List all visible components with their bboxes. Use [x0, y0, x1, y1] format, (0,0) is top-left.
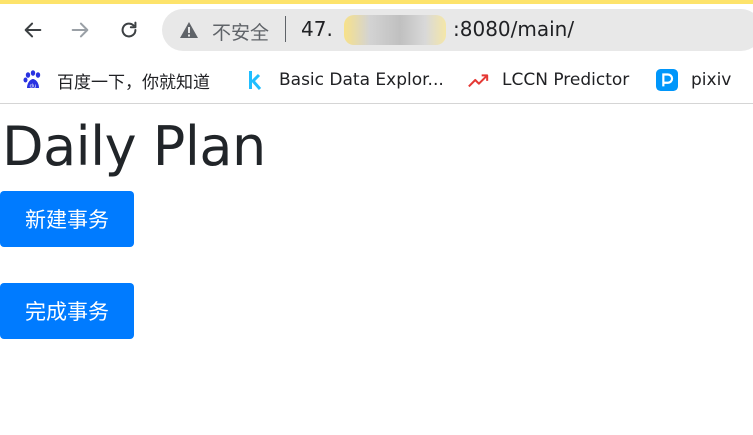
back-button[interactable] [17, 14, 49, 46]
url-host-prefix[interactable]: 47. [301, 17, 333, 41]
bookmark-label: 百度一下，你就知道 [57, 72, 210, 93]
svg-text:du: du [30, 84, 37, 90]
forward-arrow-icon [71, 22, 89, 38]
complete-task-button[interactable]: 完成事务 [0, 283, 134, 339]
baidu-paw-icon: du [22, 69, 44, 91]
redacted-url-segment [344, 15, 446, 45]
url-port-path[interactable]: :8080/main/ [453, 17, 574, 41]
bookmark-baidu[interactable]: du 百度一下，你就知道 [22, 66, 210, 94]
address-bar[interactable]: 不安全 47. :8080/main/ [162, 9, 753, 51]
reload-button[interactable] [113, 14, 145, 46]
bookmarks-bar: du 百度一下，你就知道 Basic Data Explor... LCCN P… [0, 56, 753, 104]
pixiv-p-icon [656, 69, 678, 91]
new-task-button[interactable]: 新建事务 [0, 191, 134, 247]
reload-icon [121, 21, 137, 38]
bookmark-pixiv[interactable]: pixiv [656, 66, 731, 94]
bookmark-label: LCCN Predictor [502, 70, 630, 90]
url-separator [285, 16, 286, 42]
bookmark-label: pixiv [691, 70, 732, 90]
browser-toolbar: 不安全 47. :8080/main/ [0, 4, 753, 56]
warning-triangle-icon[interactable] [179, 21, 199, 39]
bookmark-lccn[interactable]: LCCN Predictor [467, 66, 629, 94]
page-title: Daily Plan [2, 115, 266, 178]
kaggle-k-icon [244, 69, 266, 91]
security-label[interactable]: 不安全 [212, 18, 269, 45]
trend-arrow-icon [467, 69, 489, 91]
bookmark-kaggle[interactable]: Basic Data Explor... [244, 66, 444, 94]
back-arrow-icon [24, 22, 42, 38]
page-content: Daily Plan 新建事务 完成事务 [0, 105, 753, 435]
forward-button[interactable] [64, 14, 96, 46]
bookmark-label: Basic Data Explor... [279, 70, 444, 90]
